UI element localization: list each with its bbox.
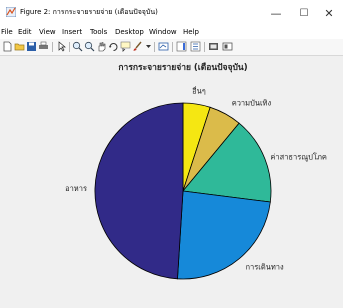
- menu-view[interactable]: View: [39, 28, 56, 36]
- new-figure-icon[interactable]: [2, 41, 13, 52]
- chart-title: การกระจายรายจ่าย (เดือนปัจจุบัน): [118, 62, 247, 73]
- menu-tools[interactable]: Tools: [90, 28, 107, 36]
- chevron-down-icon[interactable]: [143, 41, 154, 52]
- menu-help[interactable]: Help: [183, 28, 199, 36]
- save-icon[interactable]: [26, 41, 37, 52]
- brush-icon[interactable]: [132, 41, 143, 52]
- menu-bar: File Edit View Insert Tools Desktop Wind…: [0, 26, 343, 39]
- menu-window[interactable]: Window: [149, 28, 177, 36]
- menu-file[interactable]: File: [1, 28, 13, 36]
- maximize-button[interactable]: ☐: [290, 0, 318, 26]
- slice-label: ความบันเทิง: [232, 99, 272, 108]
- menu-insert[interactable]: Insert: [62, 28, 82, 36]
- matlab-figure-icon: [6, 7, 16, 17]
- slice-label: อาหาร: [65, 184, 87, 193]
- pointer-icon[interactable]: [56, 41, 67, 52]
- window-title: Figure 2: การกระจายรายจ่าย (เดือนปัจจุบั…: [20, 8, 158, 16]
- toolbar-separator: [69, 42, 70, 52]
- slice-label: การเดินทาง: [246, 263, 284, 272]
- menu-desktop[interactable]: Desktop: [115, 28, 144, 36]
- slice-label: ค่าสาธารณูปโภค: [270, 152, 327, 161]
- toolbar-separator: [154, 42, 155, 52]
- rotate-3d-icon[interactable]: [108, 41, 119, 52]
- figure-canvas[interactable]: การกระจายรายจ่าย (เดือนปัจจุบัน) อื่นๆคว…: [0, 56, 343, 308]
- print-icon[interactable]: [38, 41, 49, 52]
- close-button[interactable]: ✕: [315, 0, 343, 26]
- toolbar-separator: [52, 42, 53, 52]
- data-cursor-icon[interactable]: [120, 41, 131, 52]
- slice-label: อื่นๆ: [192, 85, 206, 95]
- link-plot-icon[interactable]: [158, 41, 169, 52]
- zoom-out-icon[interactable]: [84, 41, 95, 52]
- figure-window: Figure 2: การกระจายรายจ่าย (เดือนปัจจุบั…: [0, 0, 343, 308]
- zoom-in-icon[interactable]: [72, 41, 83, 52]
- toolbar-separator: [204, 42, 205, 52]
- pie-slice[interactable]: [94, 102, 184, 280]
- insert-legend-icon[interactable]: [190, 41, 201, 52]
- pan-icon[interactable]: [96, 41, 107, 52]
- open-file-icon[interactable]: [14, 41, 25, 52]
- menu-edit[interactable]: Edit: [18, 28, 32, 36]
- hide-plot-tools-icon[interactable]: [208, 41, 219, 52]
- show-plot-tools-icon[interactable]: [222, 41, 233, 52]
- pie-chart: การกระจายรายจ่าย (เดือนปัจจุบัน) อื่นๆคว…: [65, 62, 327, 280]
- toolbar-separator: [172, 42, 173, 52]
- insert-colorbar-icon[interactable]: [176, 41, 187, 52]
- figure-toolbar: [0, 39, 343, 56]
- title-bar[interactable]: Figure 2: การกระจายรายจ่าย (เดือนปัจจุบั…: [0, 0, 343, 26]
- minimize-button[interactable]: —: [262, 0, 290, 26]
- pie-slices: [94, 102, 272, 280]
